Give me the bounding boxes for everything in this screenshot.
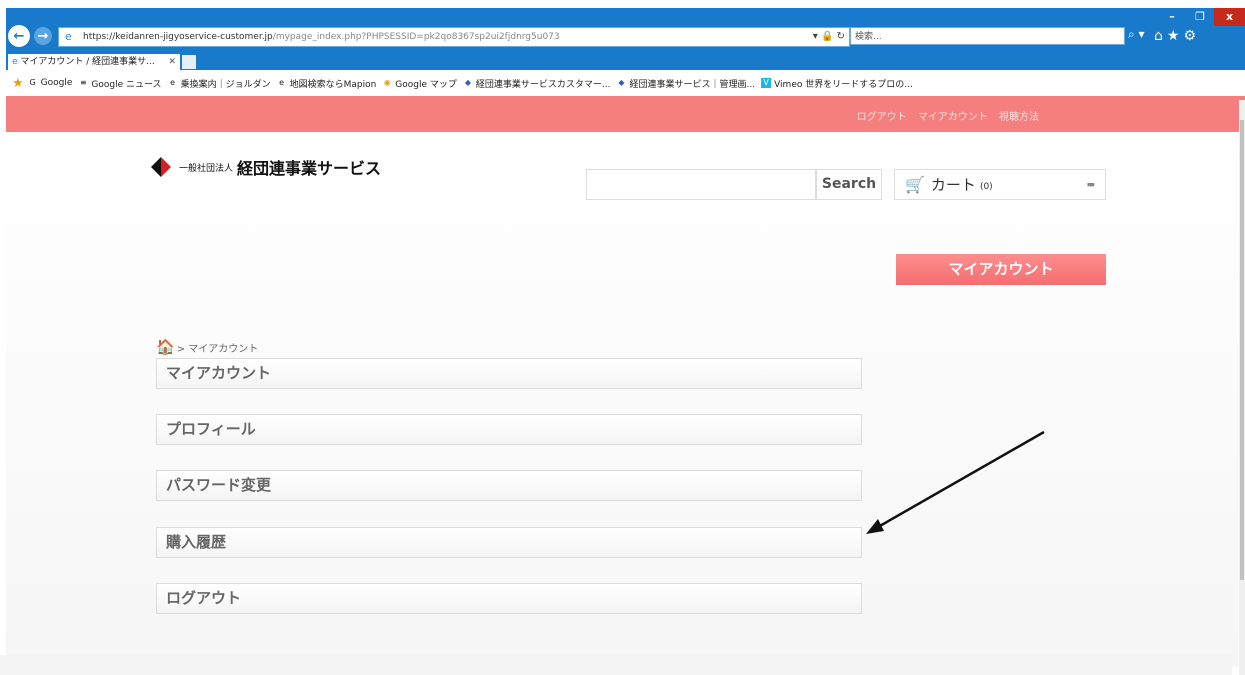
scrollbar-thumb[interactable] <box>1240 120 1244 580</box>
page-bottom-strip <box>0 655 1232 675</box>
annotation-arrow <box>866 430 1045 534</box>
vertical-scrollbar[interactable] <box>1239 100 1245 675</box>
